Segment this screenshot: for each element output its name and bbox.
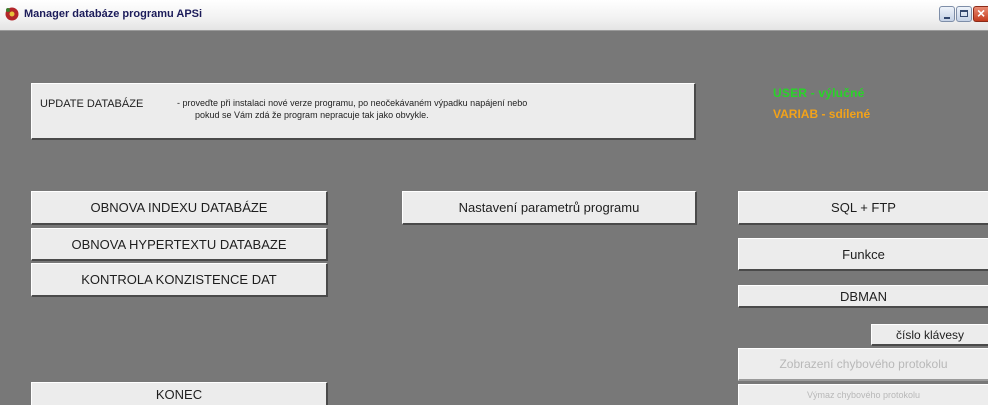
vymaz-protokolu-button: Výmaz chybového protokolu: [738, 384, 988, 405]
obnova-indexu-button[interactable]: OBNOVA INDEXU DATABÁZE: [31, 191, 328, 225]
window-title: Manager databáze programu APSi: [24, 8, 203, 20]
title-bar: Manager databáze programu APSi: [0, 0, 988, 31]
update-description: - proveďte při instalaci nové verze prog…: [177, 97, 527, 121]
update-desc-line2: pokud se Vám zdá že program nepracuje ta…: [195, 110, 429, 120]
zobrazeni-protokolu-button: Zobrazení chybového protokolu: [738, 348, 988, 381]
update-database-button[interactable]: UPDATE DATABÁZE - proveďte při instalaci…: [31, 83, 696, 140]
maximize-button[interactable]: [956, 6, 972, 22]
funkce-button[interactable]: Funkce: [738, 238, 988, 271]
legend-variab: VARIAB - sdílené: [773, 107, 871, 121]
obnova-hypertextu-button[interactable]: OBNOVA HYPERTEXTU DATABAZE: [31, 228, 328, 261]
legend-user: USER - výlučné: [773, 86, 865, 100]
sql-ftp-button[interactable]: SQL + FTP: [738, 191, 988, 225]
update-title: UPDATE DATABÁZE: [40, 98, 144, 110]
app-icon: [5, 7, 19, 21]
nastaveni-parametru-button[interactable]: Nastavení parametrů programu: [402, 191, 697, 225]
close-button[interactable]: [973, 5, 988, 22]
cislo-klavesy-button[interactable]: číslo klávesy: [871, 324, 988, 346]
update-desc-line1: - proveďte při instalaci nové verze prog…: [177, 98, 528, 108]
minimize-button[interactable]: [939, 6, 955, 22]
konec-button[interactable]: KONEC: [31, 382, 328, 405]
dbman-button[interactable]: DBMAN: [738, 285, 988, 308]
kontrola-konzistence-button[interactable]: KONTROLA KONZISTENCE DAT: [31, 263, 328, 297]
